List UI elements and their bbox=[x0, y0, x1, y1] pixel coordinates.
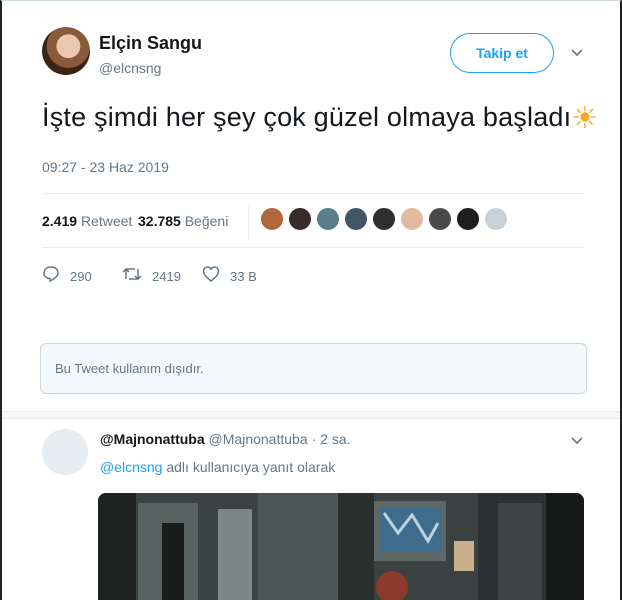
reply-icon bbox=[42, 265, 60, 288]
retweet-action[interactable]: 2419 bbox=[122, 265, 181, 288]
stats-separator bbox=[248, 205, 249, 239]
heart-icon bbox=[202, 265, 220, 288]
tweet-text: İşte şimdi her şey çok güzel olmaya başl… bbox=[42, 101, 598, 136]
tweet-stats: 2.419 Retweet 32.785 Beğeni bbox=[42, 203, 584, 243]
sun-emoji: ☀ bbox=[571, 102, 599, 135]
chevron-down-icon[interactable] bbox=[570, 45, 584, 59]
like-stat-label: Beğeni bbox=[184, 213, 229, 229]
retweet-count: 2419 bbox=[152, 269, 181, 284]
author-display-name[interactable]: Elçin Sangu bbox=[99, 33, 202, 54]
reply-media-video[interactable] bbox=[98, 493, 584, 600]
section-separator bbox=[2, 411, 620, 419]
unavailable-tweet-notice: Bu Tweet kullanım dışıdır. bbox=[40, 343, 587, 394]
video-frame-image bbox=[98, 493, 584, 600]
liker-avatar[interactable] bbox=[316, 207, 340, 231]
replying-to-mention[interactable]: @elcnsng bbox=[100, 459, 162, 475]
divider bbox=[42, 247, 584, 248]
chevron-down-icon[interactable] bbox=[570, 433, 584, 450]
reply-handle[interactable]: @Majnonattuba bbox=[209, 431, 308, 447]
like-action[interactable]: 33 B bbox=[202, 265, 257, 288]
like-stat[interactable]: 32.785 Beğeni bbox=[138, 213, 228, 229]
liker-avatar[interactable] bbox=[344, 207, 368, 231]
author-avatar[interactable] bbox=[42, 27, 90, 75]
author-handle[interactable]: @elcnsng bbox=[99, 60, 161, 76]
reply-dot: · bbox=[311, 431, 317, 447]
tweet-page: Elçin Sangu @elcnsng Takip et İşte şimdi… bbox=[0, 0, 622, 600]
tweet-timestamp[interactable]: 09:27 - 23 Haz 2019 bbox=[42, 159, 169, 175]
reply-header: @Majnonattuba @Majnonattuba · 2 sa. bbox=[100, 431, 350, 447]
liker-avatar[interactable] bbox=[372, 207, 396, 231]
reply-count: 290 bbox=[70, 269, 92, 284]
divider bbox=[42, 193, 584, 194]
liker-avatar[interactable] bbox=[288, 207, 312, 231]
retweet-stat[interactable]: 2.419 Retweet bbox=[42, 213, 132, 229]
replying-to: @elcnsng adlı kullanıcıya yanıt olarak bbox=[100, 459, 335, 475]
reply-avatar[interactable] bbox=[42, 429, 88, 475]
retweet-stat-count: 2.419 bbox=[42, 213, 78, 229]
reply-display-name[interactable]: @Majnonattuba bbox=[100, 431, 205, 447]
like-stat-count: 32.785 bbox=[138, 213, 181, 229]
follow-button[interactable]: Takip et bbox=[450, 33, 554, 73]
liker-avatar[interactable] bbox=[260, 207, 284, 231]
liker-avatar[interactable] bbox=[428, 207, 452, 231]
retweet-stat-label: Retweet bbox=[80, 213, 133, 229]
reply-action[interactable]: 290 bbox=[42, 265, 92, 288]
liker-avatar[interactable] bbox=[456, 207, 480, 231]
tweet-header: Elçin Sangu @elcnsng Takip et bbox=[42, 27, 602, 87]
liker-avatar[interactable] bbox=[400, 207, 424, 231]
replying-to-text: adlı kullanıcıya yanıt olarak bbox=[166, 459, 336, 475]
tweet-body: İşte şimdi her şey çok güzel olmaya başl… bbox=[42, 102, 572, 132]
reply-time[interactable]: 2 sa. bbox=[320, 431, 350, 447]
like-count: 33 B bbox=[230, 269, 257, 284]
tweet-actions: 290 2419 33 B bbox=[42, 265, 342, 289]
liker-avatar[interactable] bbox=[484, 207, 508, 231]
retweet-icon bbox=[122, 265, 142, 288]
